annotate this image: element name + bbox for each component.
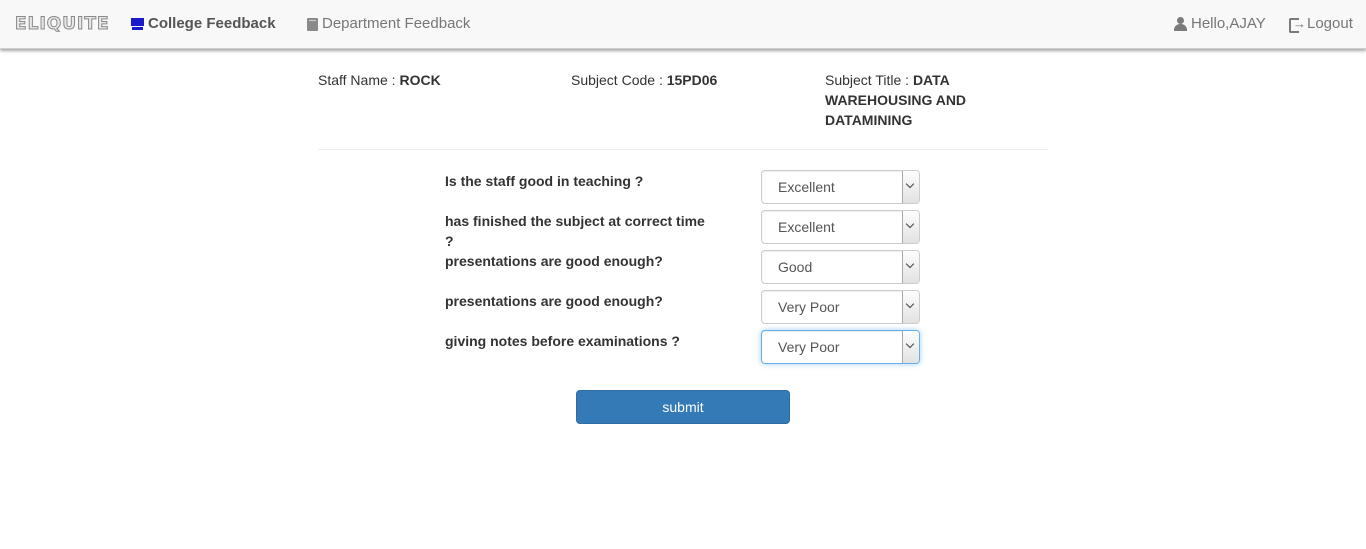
question-text: presentations are good enough? — [445, 253, 663, 269]
answer-select-value: Excellent — [778, 179, 835, 195]
user-greeting-label: Hello,AJAY — [1191, 15, 1266, 32]
dropdown-arrow[interactable] — [902, 291, 919, 323]
logout-link[interactable]: Logout — [1289, 15, 1353, 33]
nav-user-greeting[interactable]: Hello,AJAY — [1174, 15, 1266, 33]
question-label: giving notes before examinations ? — [445, 331, 735, 351]
nav-college-feedback[interactable]: College Feedback — [131, 15, 276, 33]
answer-select[interactable]: Excellent — [761, 170, 920, 204]
answer-select[interactable]: Very Poor — [761, 330, 920, 364]
answer-select-value: Very Poor — [778, 299, 840, 315]
answer-select[interactable]: Very Poor — [761, 290, 920, 324]
dropdown-arrow[interactable] — [902, 331, 919, 363]
dropdown-arrow[interactable] — [902, 251, 919, 283]
question-label: presentations are good enough? — [445, 291, 735, 311]
chevron-down-icon — [905, 259, 915, 269]
question-text: giving notes before examinations ? — [445, 333, 680, 349]
dropdown-arrow[interactable] — [902, 211, 919, 243]
subject-code-value: 15PD06 — [666, 72, 718, 88]
question-text: presentations are good enough? — [445, 293, 663, 309]
book-icon — [307, 17, 318, 31]
chevron-down-icon — [905, 339, 915, 349]
answer-select[interactable]: Good — [761, 250, 920, 284]
submit-button[interactable]: submit — [576, 390, 790, 424]
question-label: Is the staff good in teaching ? — [445, 171, 735, 191]
chevron-down-icon — [905, 219, 915, 229]
logout-label: Logout — [1307, 15, 1353, 32]
navbar: ELIQUITE College Feedback Department Fee… — [0, 0, 1366, 49]
subject-title-line1: DATA — [912, 72, 950, 88]
subject-code-label: Subject Code : — [571, 72, 663, 88]
nav-department-feedback-label: Department Feedback — [322, 15, 471, 32]
nav-department-feedback[interactable]: Department Feedback — [307, 15, 470, 33]
logout-icon — [1289, 15, 1306, 33]
dropdown-arrow[interactable] — [902, 171, 919, 203]
subject-code-field: Subject Code : 15PD06 — [571, 70, 717, 90]
user-icon — [1174, 17, 1187, 31]
subject-title-label: Subject Title : — [825, 72, 910, 88]
staff-name-label: Staff Name : — [318, 72, 396, 88]
question-text-continued: ? — [445, 233, 454, 249]
subject-title-line2: WAREHOUSING AND — [825, 92, 967, 108]
divider — [318, 149, 1048, 150]
question-text: Is the staff good in teaching ? — [445, 173, 644, 189]
brand-logo[interactable]: ELIQUITE — [15, 13, 110, 35]
nav-college-feedback-label: College Feedback — [148, 15, 276, 32]
question-label: presentations are good enough? — [445, 251, 735, 271]
question-label: has finished the subject at correct time… — [445, 211, 735, 251]
chevron-down-icon — [905, 179, 915, 189]
answer-select-value: Excellent — [778, 219, 835, 235]
chevron-down-icon — [905, 299, 915, 309]
answer-select-value: Good — [778, 259, 813, 275]
question-text: has finished the subject at correct time — [445, 213, 705, 229]
monitor-icon — [131, 18, 144, 30]
answer-select[interactable]: Excellent — [761, 210, 920, 244]
subject-title-field: Subject Title : DATA WAREHOUSING AND DAT… — [825, 70, 995, 130]
staff-name-value: ROCK — [399, 72, 441, 88]
subject-title-line3: DATAMINING — [825, 112, 913, 128]
answer-select-value: Very Poor — [778, 339, 840, 355]
staff-name-field: Staff Name : ROCK — [318, 70, 441, 90]
